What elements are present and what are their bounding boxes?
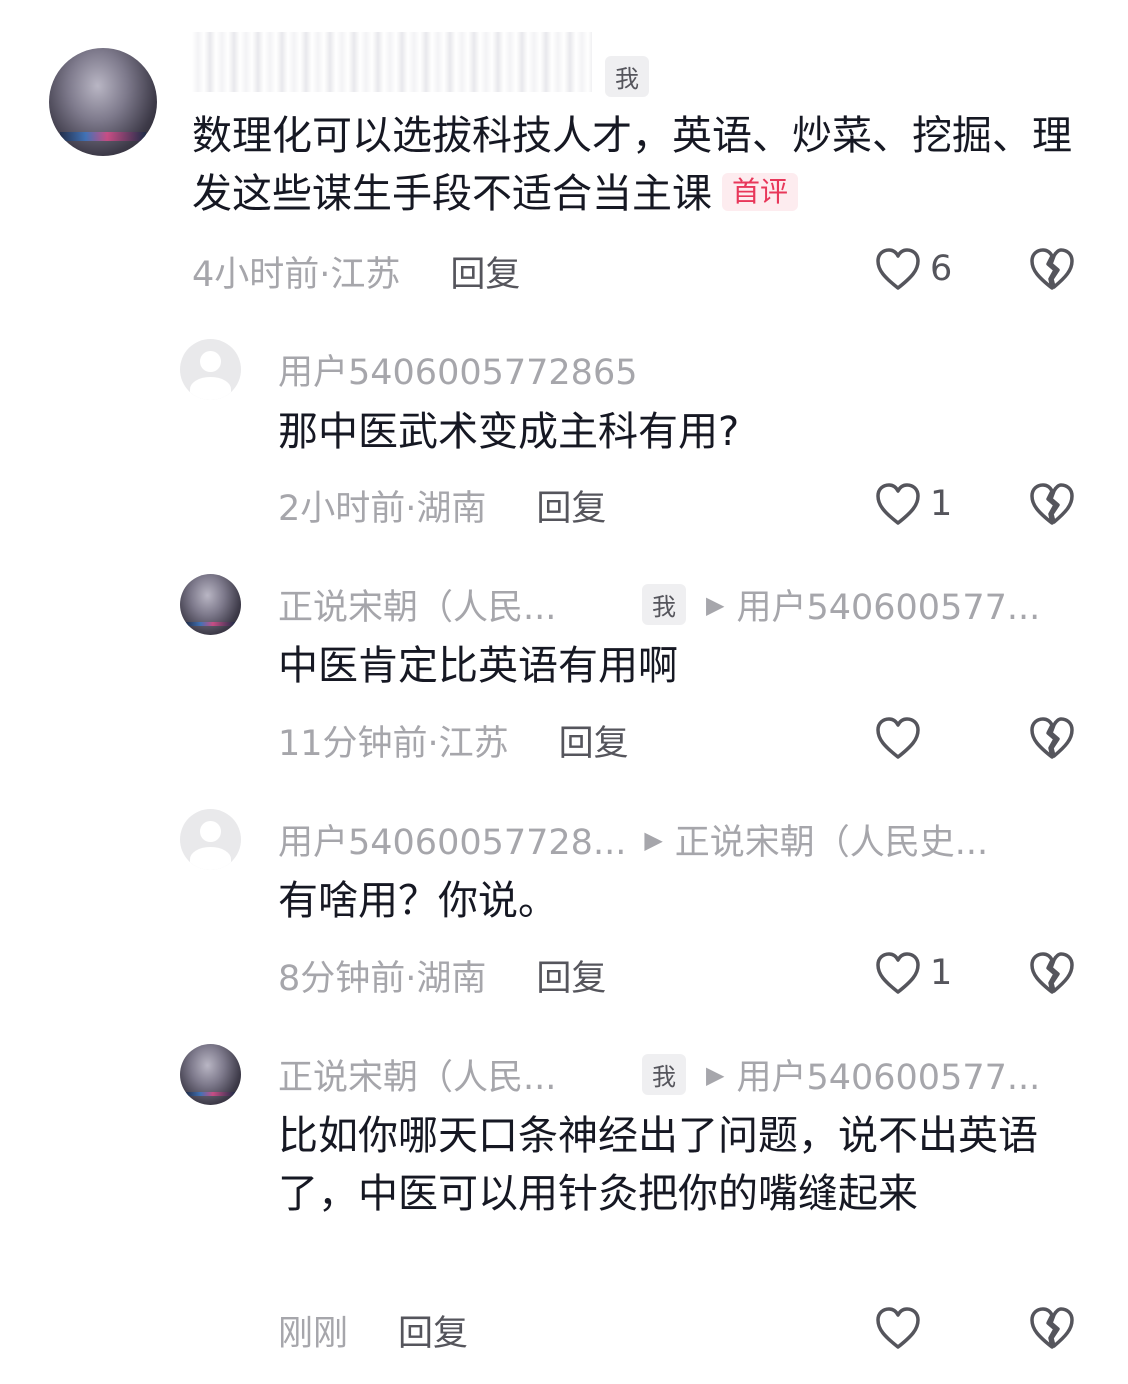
comment-time: 2小时前·湖南 (278, 489, 487, 529)
reply-button[interactable]: 回复 (398, 1305, 468, 1356)
like-count: 1 (930, 484, 953, 524)
play-arrow-icon: ▶ (706, 1060, 725, 1089)
reply-button[interactable]: 回复 (559, 715, 629, 766)
comment-time: 11分钟前·江苏 (278, 724, 509, 764)
avatar[interactable] (180, 1044, 241, 1105)
heart-icon (876, 952, 920, 994)
dislike-button[interactable] (1028, 481, 1076, 527)
username[interactable]: 正说宋朝（人民... (278, 579, 628, 630)
me-badge: 我 (642, 584, 686, 625)
avatar[interactable] (180, 574, 241, 635)
like-button[interactable] (874, 1305, 930, 1351)
comment-body: 数理化可以选拔科技人才，英语、炒菜、挖掘、理发这些谋生手段不适合当主课 (192, 113, 1072, 217)
comment-time: 刚刚 (278, 1314, 349, 1354)
comment-text[interactable]: 中医肯定比英语有用啊 (278, 637, 1068, 695)
comment-text[interactable]: 那中医武术变成主科有用? (278, 403, 1068, 461)
reply-to-username[interactable]: 用户540600577... (736, 579, 1040, 630)
play-arrow-icon: ▶ (706, 590, 725, 619)
broken-heart-icon (1030, 952, 1074, 994)
avatar[interactable] (49, 48, 157, 156)
like-button[interactable]: 1 (874, 481, 952, 527)
username[interactable]: 用户54060057728... (278, 814, 626, 865)
reply-button[interactable]: 回复 (450, 246, 520, 297)
dislike-button[interactable] (1028, 715, 1076, 761)
reply-to-username[interactable]: 用户540600577... (736, 1049, 1040, 1100)
first-comment-badge: 首评 (722, 173, 799, 211)
reply-button[interactable]: 回复 (536, 480, 606, 531)
dislike-button[interactable] (1028, 1305, 1076, 1351)
like-button[interactable]: 6 (874, 246, 952, 292)
like-button[interactable]: 1 (874, 950, 952, 996)
heart-icon (876, 248, 920, 290)
comment-text[interactable]: 比如你哪天口条神经出了问题，说不出英语了，中医可以用针灸把你的嘴缝起来 (278, 1107, 1068, 1223)
dislike-button[interactable] (1028, 246, 1076, 292)
heart-icon (876, 1307, 920, 1349)
broken-heart-icon (1030, 248, 1074, 290)
like-count: 6 (930, 249, 953, 289)
broken-heart-icon (1030, 1307, 1074, 1349)
username[interactable]: 用户5406005772865 (278, 344, 638, 395)
username[interactable]: 正说宋朝（人民... (278, 1049, 628, 1100)
me-badge: 我 (605, 56, 649, 97)
play-arrow-icon: ▶ (644, 825, 663, 854)
me-badge: 我 (642, 1054, 686, 1095)
comment-text[interactable]: 数理化可以选拔科技人才，英语、炒菜、挖掘、理发这些谋生手段不适合当主课 首评 (192, 107, 1072, 223)
avatar[interactable] (180, 809, 241, 870)
comment-time: 4小时前·江苏 (192, 255, 401, 295)
reply-to-username[interactable]: 正说宋朝（人民史... (675, 814, 988, 865)
username-blurred (192, 32, 592, 92)
avatar[interactable] (180, 339, 241, 400)
comment-time: 8分钟前·湖南 (278, 959, 487, 999)
reply-button[interactable]: 回复 (536, 950, 606, 1001)
heart-icon (876, 483, 920, 525)
broken-heart-icon (1030, 483, 1074, 525)
like-count: 1 (930, 953, 953, 993)
dislike-button[interactable] (1028, 950, 1076, 996)
like-button[interactable] (874, 715, 930, 761)
broken-heart-icon (1030, 717, 1074, 759)
heart-icon (876, 717, 920, 759)
comment-text[interactable]: 有啥用？你说。 (278, 872, 1068, 930)
